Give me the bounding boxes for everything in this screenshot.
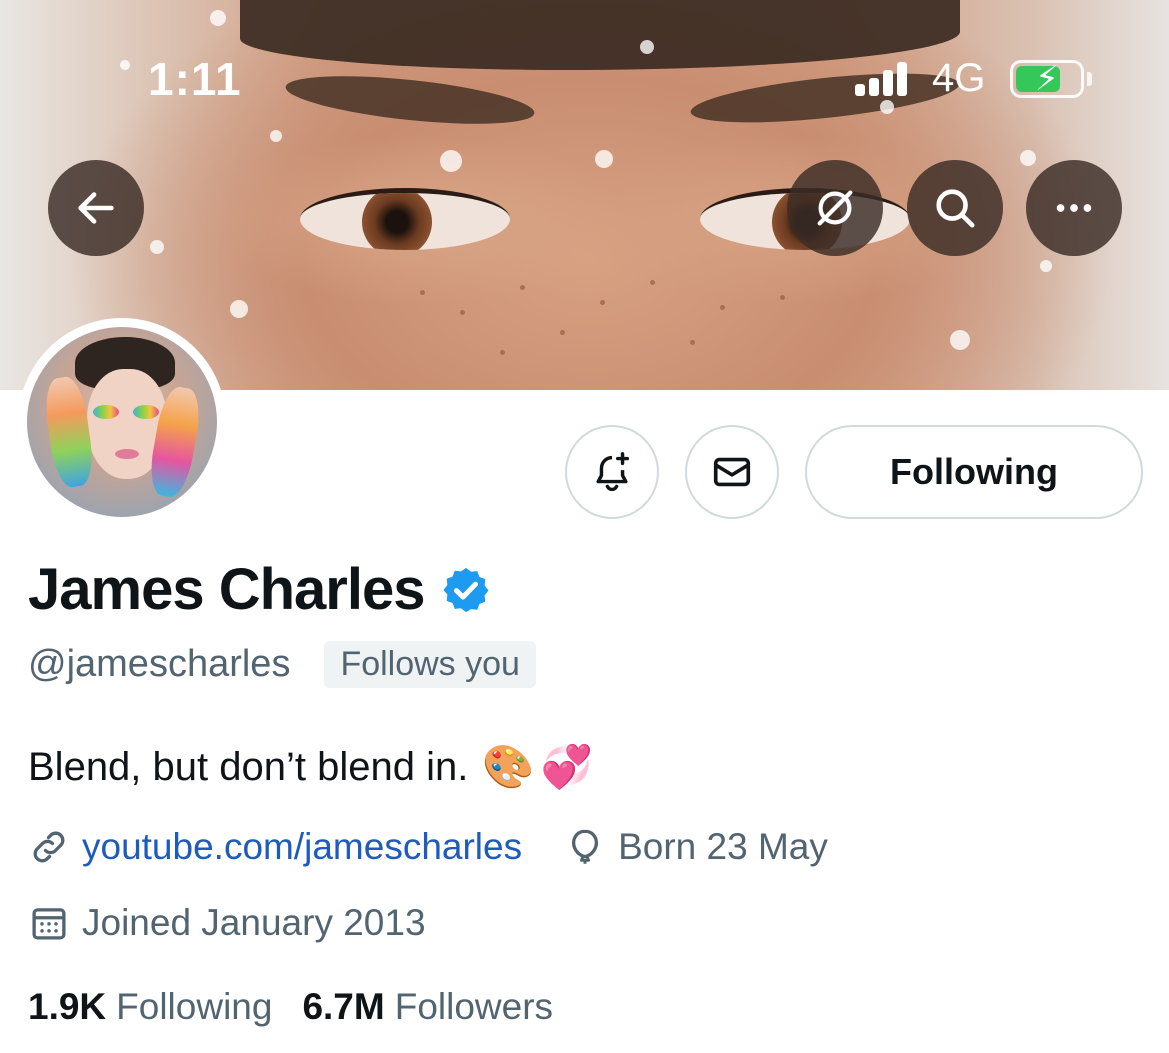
follows-you-badge: Follows you	[324, 641, 536, 688]
network-type: 4G	[932, 56, 986, 100]
message-button[interactable]	[685, 425, 779, 519]
search-button[interactable]	[907, 160, 1003, 256]
stats-row: 1.9K Following 6.7M Followers	[28, 986, 553, 1028]
signal-icon	[855, 62, 915, 96]
meta-row-1: youtube.com/jamescharles Born 23 May	[28, 826, 828, 868]
bio-text: Blend, but don’t blend in.	[28, 744, 469, 789]
battery-icon: ⚡	[1010, 60, 1084, 98]
search-icon	[936, 189, 975, 228]
joined-date: Joined January 2013	[82, 902, 426, 943]
display-name: James Charles	[28, 557, 425, 622]
translate-off-icon	[817, 190, 853, 226]
hearts-emoji: 💞	[540, 742, 593, 791]
back-button[interactable]	[48, 160, 144, 256]
calendar-icon	[32, 908, 66, 940]
bell-plus-icon	[596, 452, 630, 492]
more-horizontal-icon	[1056, 204, 1092, 212]
name-row: James Charles	[28, 556, 492, 623]
link-icon	[33, 831, 65, 863]
arrow-left-icon	[78, 192, 114, 224]
followers-stat[interactable]: 6.7M Followers	[302, 986, 553, 1028]
banner-left-eye	[300, 188, 510, 250]
verified-badge-icon[interactable]	[440, 564, 492, 616]
meta-row-2: Joined January 2013	[28, 902, 426, 944]
followers-label: Followers	[394, 986, 554, 1027]
following-stat[interactable]: 1.9K Following	[28, 986, 272, 1028]
notifications-button[interactable]	[565, 425, 659, 519]
user-handle: @jamescharles	[28, 643, 291, 685]
envelope-icon	[713, 457, 751, 487]
following-count: 1.9K	[28, 986, 107, 1027]
handle-row: @jamescharles Follows you	[28, 641, 536, 688]
more-button[interactable]	[1026, 160, 1122, 256]
bio: Blend, but don’t blend in. 🎨 💞	[28, 742, 593, 792]
birthday: Born 23 May	[618, 826, 828, 867]
following-label: Following	[116, 986, 273, 1027]
translate-button[interactable]	[787, 160, 883, 256]
followers-count: 6.7M	[302, 986, 385, 1027]
website-link[interactable]: youtube.com/jamescharles	[82, 826, 522, 868]
avatar[interactable]	[27, 327, 217, 517]
balloon-icon	[572, 829, 599, 864]
following-button[interactable]: Following	[805, 425, 1143, 519]
status-time: 1:11	[148, 53, 242, 105]
palette-emoji: 🎨	[482, 742, 535, 791]
status-bar: 1:11 4G ⚡	[0, 0, 1169, 150]
